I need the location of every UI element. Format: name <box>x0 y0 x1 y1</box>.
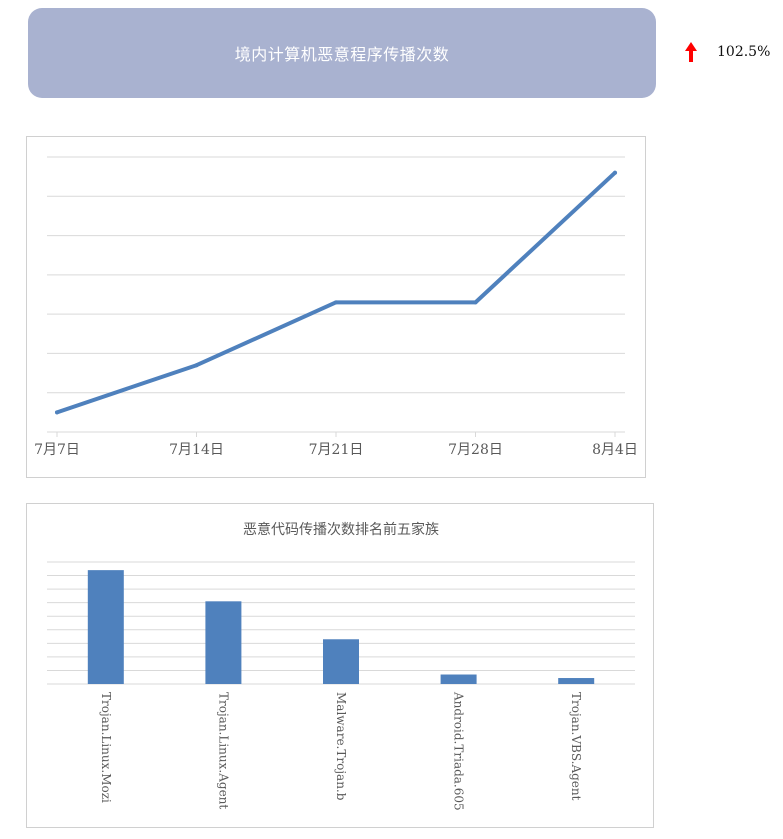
x-category-label: Android.Triada.605 <box>452 691 466 811</box>
x-tick-label: 8月4日 <box>592 442 638 458</box>
data-point <box>613 170 617 175</box>
bar <box>205 601 242 684</box>
x-tick-label: 7月21日 <box>309 442 364 458</box>
x-category-label: Trojan.VBS.Agent <box>569 692 583 801</box>
change-indicator: 102.5% <box>683 40 770 64</box>
series-line <box>55 170 617 415</box>
line-chart: 7月7日 7月14日 7月21日 7月28日 8月4日 <box>34 156 638 458</box>
data-point <box>473 300 478 305</box>
x-tick-label: 7月28日 <box>448 442 503 458</box>
x-tick-label: 7月7日 <box>34 442 80 458</box>
x-tick-label: 7月14日 <box>169 442 224 458</box>
x-category-label: Trojan.Linux.Mozi <box>99 692 113 803</box>
x-category-label: Trojan.Linux.Agent <box>216 692 230 809</box>
bar-chart-title: 恶意代码传播次数排名前五家族 <box>243 521 439 538</box>
change-value: 102.5% <box>717 44 771 60</box>
bar <box>323 639 359 684</box>
arrow-up-icon <box>685 42 697 62</box>
title-banner: 境内计算机恶意程序传播次数 <box>28 8 656 98</box>
bar <box>440 674 477 684</box>
data-point <box>55 410 59 415</box>
line-chart-panel: 7月7日 7月14日 7月21日 7月28日 8月4日 <box>26 136 646 478</box>
page-title: 境内计算机恶意程序传播次数 <box>234 45 450 64</box>
bar <box>558 678 595 684</box>
data-point <box>334 300 338 305</box>
page: 境内计算机恶意程序传播次数 102.5% 7月7日 7月14日 7月21日 7月28日… <box>0 0 783 839</box>
data-point <box>194 363 199 368</box>
x-category-label: Malware.Trojan.b <box>334 692 348 801</box>
bar <box>87 570 124 684</box>
bar-chart: 恶意代码传播次数排名前五家族 Trojan.Linux.Mozi Trojan.Li… <box>47 521 635 811</box>
bar-chart-panel: 恶意代码传播次数排名前五家族 Trojan.Linux.Mozi Trojan.Li… <box>26 503 654 828</box>
